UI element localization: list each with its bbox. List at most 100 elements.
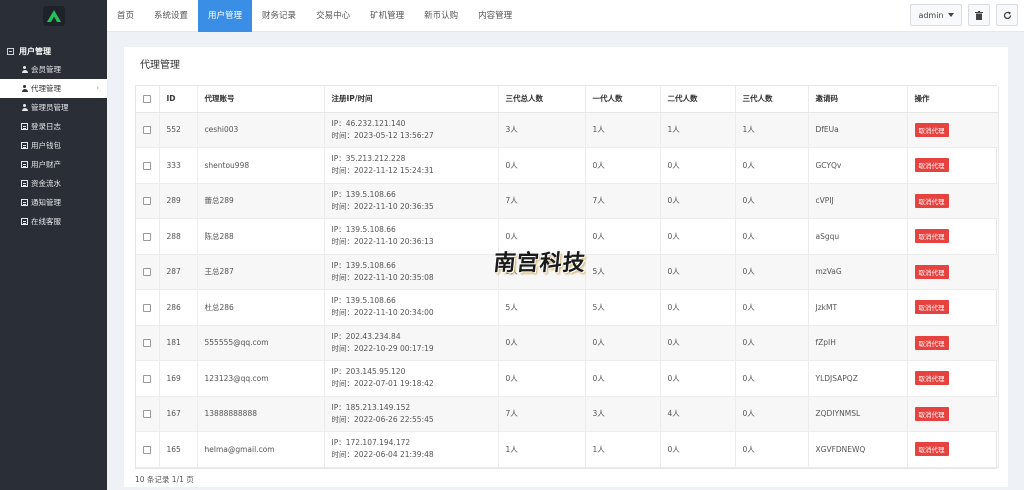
cell-total: 7人 — [498, 396, 586, 432]
cancel-agent-button[interactable]: 取消代理 — [914, 229, 949, 244]
select-all-checkbox[interactable] — [143, 95, 151, 104]
cell-g1: 5人 — [585, 289, 661, 326]
nav-tab-3[interactable]: 财务记录 — [252, 0, 306, 32]
nav-tab-6[interactable]: 新币认购 — [414, 0, 468, 32]
cell-id: 181 — [159, 325, 198, 361]
cell-g1: 0人 — [585, 360, 661, 397]
nav-tab-4[interactable]: 交易中心 — [306, 0, 360, 32]
row-checkbox[interactable] — [143, 303, 151, 312]
menu-group-label: 用户管理 — [19, 46, 51, 56]
trash-button[interactable] — [968, 4, 990, 26]
cell-g2: 0人 — [660, 360, 736, 397]
cell-g3: 0人 — [735, 254, 809, 290]
nav-tab-5[interactable]: 矿机管理 — [360, 0, 414, 32]
nav-tab-7[interactable]: 内容管理 — [468, 0, 522, 32]
cell-g1: 5人 — [585, 254, 661, 290]
row-select-cell[interactable] — [136, 254, 160, 290]
time-text: 时间：2022-10-29 00:17:19 — [331, 343, 434, 353]
ip-time-cell: IP：139.5.108.66 时间：2022-11-10 20:36:13 — [324, 218, 499, 255]
cell-g1: 7人 — [585, 183, 661, 219]
row-select-cell[interactable] — [136, 289, 160, 326]
table-row: 165 helma@gmail.com IP：172.107.194.172 时间：2… — [136, 431, 999, 468]
logo-area — [0, 0, 107, 32]
cancel-agent-button[interactable]: 取消代理 — [914, 264, 949, 279]
row-checkbox[interactable] — [143, 126, 151, 135]
page-title: 代理管理 — [140, 60, 180, 71]
row-checkbox[interactable] — [143, 161, 151, 170]
sidebar: 用户管理 会员管理 代理管理 › 管理员管理 登录日志 用户钱包 用户财产 资金流水通知管理在… — [0, 0, 107, 490]
cell-g2: 0人 — [660, 254, 736, 290]
cancel-agent-button[interactable]: 取消代理 — [914, 158, 949, 173]
cell-g2: 0人 — [660, 289, 736, 326]
sidebar-item-8[interactable]: 在线客服 — [0, 212, 107, 231]
admin-dropdown[interactable]: admin — [910, 4, 962, 26]
sidebar-item-6[interactable]: 资金流水 — [0, 174, 107, 193]
ip-text: IP：35.213.212.228 — [331, 154, 406, 164]
sidebar-item-1[interactable]: 代理管理 › — [0, 79, 107, 98]
row-select-cell[interactable] — [136, 183, 160, 219]
doc-icon — [21, 180, 28, 187]
sidebar-item-2[interactable]: 管理员管理 — [0, 98, 107, 117]
cell-g2: 0人 — [660, 218, 736, 255]
table-row: 286 杜总286 IP：139.5.108.66 时间：2022-11-10 20:… — [136, 289, 999, 326]
nav-tab-2[interactable]: 用户管理 — [198, 0, 253, 32]
sidebar-item-5[interactable]: 用户财产 — [0, 155, 107, 174]
cancel-agent-button[interactable]: 取消代理 — [914, 335, 949, 350]
doc-icon — [21, 142, 28, 149]
cell-g1: 0人 — [585, 147, 661, 184]
logo-icon[interactable] — [42, 6, 65, 26]
top-right-tools: admin — [910, 4, 1018, 26]
cell-g2: 1人 — [660, 112, 736, 148]
doc-icon — [21, 199, 28, 206]
refresh-button[interactable] — [996, 4, 1018, 26]
menu-group-header[interactable]: 用户管理 — [0, 42, 107, 60]
table-row: 169 123123@qq.com IP：203.145.95.120 时间：2022… — [136, 360, 999, 397]
col-gen2: 二代人数 — [660, 86, 736, 113]
row-checkbox[interactable] — [143, 339, 151, 348]
cell-id: 167 — [159, 396, 198, 432]
action-cell: 取消代理 — [907, 112, 999, 148]
row-select-cell[interactable] — [136, 396, 160, 432]
row-select-cell[interactable] — [136, 218, 160, 255]
row-checkbox[interactable] — [143, 445, 151, 454]
row-select-cell[interactable] — [136, 325, 160, 361]
cancel-agent-button[interactable]: 取消代理 — [914, 122, 949, 137]
row-select-cell[interactable] — [136, 360, 160, 397]
table-row: 552 ceshi003 IP：46.232.121.140 时间：2023-05-1… — [136, 112, 999, 148]
row-select-cell[interactable] — [136, 112, 160, 148]
row-checkbox[interactable] — [143, 410, 151, 419]
col-total: 三代总人数 — [498, 86, 586, 113]
user-icon — [21, 85, 28, 92]
nav-tab-1[interactable]: 系统设置 — [144, 0, 198, 32]
sidebar-item-4[interactable]: 用户钱包 — [0, 136, 107, 155]
doc-icon — [21, 218, 28, 225]
cancel-agent-button[interactable]: 取消代理 — [914, 193, 949, 208]
row-checkbox[interactable] — [143, 374, 151, 383]
row-select-cell[interactable] — [136, 431, 160, 468]
cancel-agent-button[interactable]: 取消代理 — [914, 406, 949, 421]
col-ip-time: 注册IP/时间 — [324, 86, 499, 113]
cancel-agent-button[interactable]: 取消代理 — [914, 300, 949, 315]
cell-account: 王总287 — [197, 254, 325, 290]
record-count: 10 条记录 1/1 页 — [135, 475, 194, 484]
col-action: 操作 — [907, 86, 999, 113]
top-nav: 首页 系统设置 用户管理 财务记录 交易中心 矿机管理 新币认购 内容管理 — [107, 0, 522, 32]
sidebar-item-label: 通知管理 — [31, 198, 61, 207]
sidebar-item-3[interactable]: 登录日志 — [0, 117, 107, 136]
table-row: 181 555555@qq.com IP：202.43.234.84 时间：2022-… — [136, 325, 999, 361]
table-row: 333 shentou998 IP：35.213.212.228 时间：2022-11… — [136, 147, 999, 184]
sidebar-item-7[interactable]: 通知管理 — [0, 193, 107, 212]
ip-text: IP：172.107.194.172 — [331, 438, 411, 448]
cancel-agent-button[interactable]: 取消代理 — [914, 371, 949, 386]
sidebar-item-0[interactable]: 会员管理 — [0, 60, 107, 79]
row-checkbox[interactable] — [143, 232, 151, 241]
cell-g3: 0人 — [735, 147, 809, 184]
row-checkbox[interactable] — [143, 197, 151, 206]
select-all-cell[interactable] — [136, 86, 160, 113]
cancel-agent-button[interactable]: 取消代理 — [914, 442, 949, 457]
row-select-cell[interactable] — [136, 147, 160, 184]
action-cell: 取消代理 — [907, 360, 999, 397]
nav-tab-0[interactable]: 首页 — [107, 0, 144, 32]
row-checkbox[interactable] — [143, 268, 151, 277]
col-account: 代理账号 — [197, 86, 325, 113]
